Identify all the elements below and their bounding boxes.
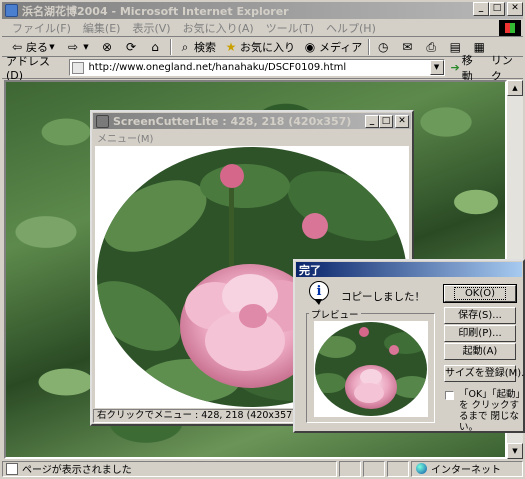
- favorites-button[interactable]: ★ お気に入り: [220, 39, 299, 55]
- favorites-icon: ★: [225, 39, 237, 54]
- keep-open-label: 「OK」「起動」を クリックするまで 閉じない。: [459, 389, 521, 433]
- go-button[interactable]: ➔ 移動: [451, 52, 483, 84]
- preview-label: プレビュー: [309, 307, 361, 321]
- ie-titlebar[interactable]: 浜名湖花博2004 - Microsoft Internet Explorer: [2, 2, 523, 19]
- ie-window-controls: _ □ ✕: [473, 2, 523, 16]
- security-zone: インターネット: [411, 460, 523, 477]
- ie-toolbar: ⇦ 戻る ▼ ⇨ ▼ ⊗ ⟳ ⌂ ⌕ 検索 ★ お気に入り ◉ メディア ◷ ✉…: [2, 37, 523, 57]
- print-icon: ⎙: [426, 39, 437, 54]
- stop-button[interactable]: ⊗: [96, 40, 120, 54]
- forward-arrow-icon: ⇨: [67, 39, 79, 54]
- media-button[interactable]: ◉ メディア: [299, 39, 366, 55]
- complete-dialog: 完了 i コピーしました！ プレビュー OK(O) 保存(S)... 印刷(P)…: [293, 259, 525, 433]
- print-button[interactable]: ⎙: [420, 40, 444, 54]
- history-icon: ◷: [377, 39, 389, 54]
- home-button[interactable]: ⌂: [144, 40, 168, 54]
- status-text-pane: ページが表示されました: [2, 460, 337, 477]
- go-label: 移動: [461, 53, 473, 83]
- zone-label: インターネット: [431, 465, 501, 476]
- chevron-down-icon: ▼: [83, 42, 89, 51]
- screencutter-menubar: メニュー(M): [93, 130, 411, 145]
- toolbar-separator: [368, 38, 371, 55]
- ie-title: 浜名湖花博2004 - Microsoft Internet Explorer: [22, 4, 289, 18]
- save-button[interactable]: 保存(S)...: [444, 307, 516, 324]
- address-dropdown-button[interactable]: ▼: [429, 60, 444, 75]
- globe-icon: [416, 463, 427, 474]
- links-button[interactable]: リンク: [491, 52, 523, 84]
- ie-menubar: ファイル(F) 編集(E) 表示(V) お気に入り(A) ツール(T) ヘルプ(…: [2, 19, 523, 37]
- ok-label: OK(O): [453, 287, 507, 300]
- close-button[interactable]: ✕: [507, 2, 523, 16]
- minimize-button[interactable]: _: [473, 2, 489, 16]
- dialog-message: コピーしました！: [341, 291, 425, 303]
- info-icon: i: [309, 281, 329, 305]
- status-pane: [363, 460, 385, 477]
- status-pane: [339, 460, 361, 477]
- menu-menu[interactable]: メニュー(M): [97, 134, 153, 145]
- chevron-down-icon: ▼: [49, 42, 55, 51]
- search-label: 検索: [194, 40, 216, 54]
- menu-help[interactable]: ヘルプ(H): [320, 20, 382, 36]
- print-button[interactable]: 印刷(P)...: [444, 325, 516, 342]
- menu-view[interactable]: 表示(V): [126, 20, 176, 36]
- menu-tools[interactable]: ツール(T): [260, 20, 320, 36]
- windows-logo-icon: [499, 20, 521, 36]
- stop-icon: ⊗: [101, 39, 113, 54]
- media-icon: ◉: [304, 39, 316, 54]
- screencutter-window-controls: _ □ ✕: [365, 115, 409, 128]
- ok-button[interactable]: OK(O): [443, 284, 517, 303]
- mail-icon: ✉: [402, 39, 413, 54]
- back-arrow-icon: ⇦: [11, 39, 23, 54]
- menu-edit[interactable]: 編集(E): [77, 20, 127, 36]
- screencutter-title: ScreenCutterLite : 428, 218 (420x357): [113, 114, 352, 128]
- preview-rose-image: [315, 322, 427, 416]
- status-text: ページが表示されました: [22, 465, 132, 476]
- go-arrow-icon: ➔: [450, 61, 460, 74]
- dialog-titlebar[interactable]: 完了: [296, 262, 522, 277]
- menu-favorites[interactable]: お気に入り(A): [177, 20, 260, 36]
- address-url: http://www.onegland.net/hanahaku/DSCF010…: [88, 62, 347, 73]
- maximize-button[interactable]: □: [379, 115, 393, 128]
- refresh-button[interactable]: ⟳: [120, 40, 144, 54]
- media-label: メディア: [319, 40, 363, 54]
- launch-button[interactable]: 起動(A): [444, 343, 516, 360]
- search-icon: ⌕: [181, 39, 189, 54]
- screencutter-titlebar[interactable]: ScreenCutterLite : 428, 218 (420x357): [93, 113, 411, 129]
- page-icon: [72, 61, 85, 74]
- forward-button[interactable]: ⇨ ▼: [62, 40, 96, 54]
- home-icon: ⌂: [151, 39, 159, 54]
- dialog-title: 完了: [299, 263, 321, 277]
- keep-open-checkbox[interactable]: [445, 391, 454, 400]
- refresh-icon: ⟳: [125, 39, 137, 54]
- history-button[interactable]: ◷: [372, 40, 396, 54]
- register-size-button[interactable]: サイズを登録(M)...: [444, 365, 525, 382]
- screencutter-app-icon: [96, 114, 109, 128]
- search-button[interactable]: ⌕ 検索: [174, 39, 220, 55]
- status-pane: [387, 460, 409, 477]
- address-bar: アドレス(D) http://www.onegland.net/hanahaku…: [2, 54, 523, 83]
- maximize-button[interactable]: □: [489, 2, 505, 16]
- ie-statusbar: ページが表示されました インターネット: [2, 460, 523, 477]
- address-input[interactable]: http://www.onegland.net/hanahaku/DSCF010…: [69, 59, 445, 76]
- menu-file[interactable]: ファイル(F): [6, 20, 77, 36]
- scroll-down-button[interactable]: ▼: [507, 443, 523, 459]
- ie-app-icon: [5, 4, 18, 17]
- close-button[interactable]: ✕: [395, 115, 409, 128]
- toolbar-separator: [170, 38, 172, 55]
- minimize-button[interactable]: _: [365, 115, 379, 128]
- favorites-label: お気に入り: [240, 40, 295, 54]
- mail-button[interactable]: ✉: [396, 40, 420, 54]
- page-done-icon: [6, 462, 18, 475]
- address-label: アドレス(D): [6, 55, 50, 82]
- scroll-up-button[interactable]: ▲: [507, 80, 523, 96]
- preview-image: [314, 321, 428, 417]
